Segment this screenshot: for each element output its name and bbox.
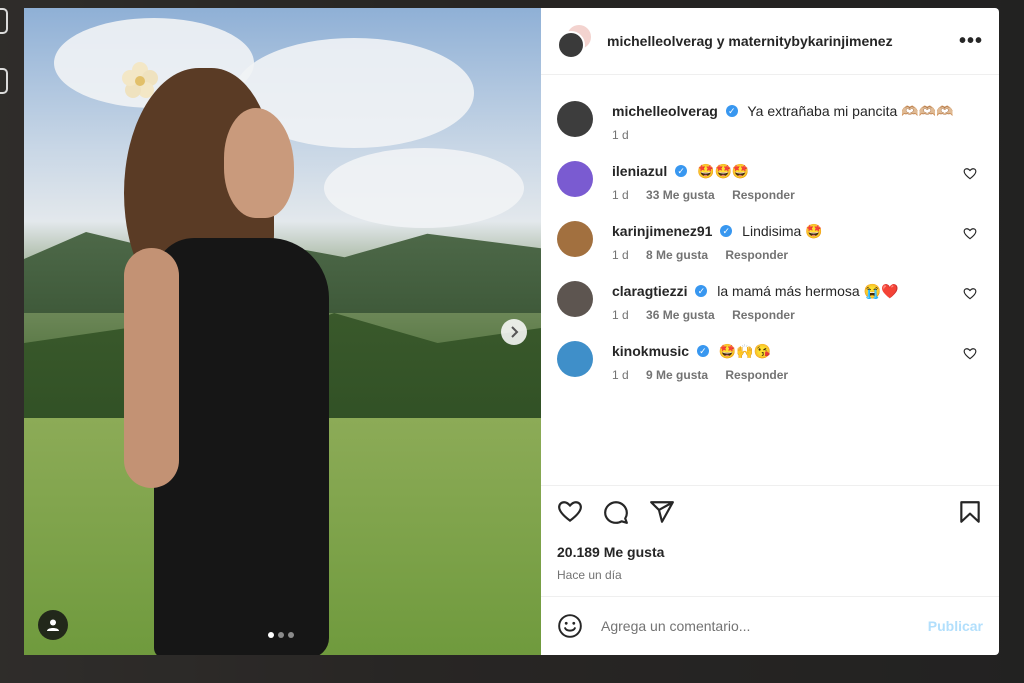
avatar[interactable] (557, 161, 593, 197)
next-photo-button[interactable] (501, 319, 527, 345)
caption-time[interactable]: 1 d (612, 128, 629, 142)
carousel-dot (268, 632, 274, 638)
comment-text: Lindisima 🤩 (742, 223, 823, 239)
carousel-indicator (268, 632, 294, 638)
post-actions: 20.189 Me gusta Hace un día (541, 485, 999, 602)
background-nav-icon (0, 8, 8, 34)
comment-row: claragtiezzi ✓ la mamá más hermosa 😭❤️ 1… (557, 281, 983, 322)
reply-button[interactable]: Responder (732, 308, 795, 322)
comment-like-heart-icon[interactable] (963, 227, 977, 241)
comment-like-heart-icon[interactable] (963, 347, 977, 361)
comment-likes[interactable]: 33 Me gusta (646, 188, 715, 202)
post-time[interactable]: Hace un día (557, 568, 983, 582)
comment-likes[interactable]: 9 Me gusta (646, 368, 708, 382)
comment-row: ileniazul ✓ 🤩🤩🤩 1 d 33 Me gusta Responde… (557, 161, 983, 202)
comment-composer: Publicar (541, 596, 999, 655)
verified-badge-icon: ✓ (725, 105, 738, 118)
flower-hair-clip (122, 62, 158, 98)
caption-username[interactable]: michelleolverag (612, 103, 718, 119)
comment-username[interactable]: karinjimenez91 (612, 223, 712, 239)
publish-button[interactable]: Publicar (928, 618, 983, 634)
verified-badge-icon: ✓ (695, 285, 708, 298)
post-modal: michelleolverag y maternitybykarinjimene… (24, 8, 999, 655)
carousel-dot (288, 632, 294, 638)
avatar[interactable] (557, 281, 593, 317)
comment-time[interactable]: 1 d (612, 308, 629, 322)
comment-text: 🤩🤩🤩 (697, 163, 750, 179)
caption-text: Ya extrañaba mi pancita 🫶🏼🫶🏼🫶🏼 (747, 103, 954, 119)
comment-text: la mamá más hermosa 😭❤️ (717, 283, 899, 299)
avatar (557, 31, 585, 59)
user-icon (47, 619, 59, 631)
comment-text: 🤩🙌😘 (718, 343, 772, 359)
comment-row: karinjimenez91 ✓ Lindisima 🤩 1 d 8 Me gu… (557, 221, 983, 262)
chevron-right-icon (511, 326, 519, 338)
background-nav-icon (0, 68, 8, 94)
comment-icon[interactable] (603, 499, 629, 525)
caption: michelleolverag ✓ Ya extrañaba mi pancit… (557, 101, 983, 142)
comment-likes[interactable]: 36 Me gusta (646, 308, 715, 322)
verified-badge-icon: ✓ (696, 345, 709, 358)
comment-username[interactable]: claragtiezzi (612, 283, 687, 299)
reply-button[interactable]: Responder (725, 368, 788, 382)
verified-badge-icon: ✓ (675, 165, 688, 178)
comment-like-heart-icon[interactable] (963, 287, 977, 301)
tagged-users-button[interactable] (38, 610, 68, 640)
post-photo[interactable] (24, 8, 541, 655)
comment-time[interactable]: 1 d (612, 248, 629, 262)
comment-username[interactable]: kinokmusic (612, 343, 689, 359)
likes-count[interactable]: 20.189 Me gusta (557, 544, 983, 560)
reply-button[interactable]: Responder (732, 188, 795, 202)
comment-time[interactable]: 1 d (612, 368, 629, 382)
comment-input[interactable] (599, 617, 928, 635)
share-icon[interactable] (649, 499, 675, 525)
comment-likes[interactable]: 8 Me gusta (646, 248, 708, 262)
collab-avatars[interactable] (557, 23, 593, 59)
comment-like-heart-icon[interactable] (963, 167, 977, 181)
comment-username[interactable]: ileniazul (612, 163, 667, 179)
comment-row: kinokmusic ✓ 🤩🙌😘 1 d 9 Me gusta Responde… (557, 341, 983, 382)
emoji-icon[interactable] (557, 613, 583, 639)
carousel-dot (278, 632, 284, 638)
save-bookmark-icon[interactable] (957, 499, 983, 525)
post-authors[interactable]: michelleolverag y maternitybykarinjimene… (607, 33, 959, 49)
post-header: michelleolverag y maternitybykarinjimene… (541, 8, 999, 75)
more-options-icon[interactable]: ••• (959, 30, 983, 53)
post-details-panel: michelleolverag y maternitybykarinjimene… (541, 8, 999, 655)
avatar[interactable] (557, 221, 593, 257)
like-heart-icon[interactable] (557, 499, 583, 525)
avatar[interactable] (557, 341, 593, 377)
reply-button[interactable]: Responder (725, 248, 788, 262)
person-figure (94, 58, 354, 655)
verified-badge-icon: ✓ (720, 225, 733, 238)
comment-time[interactable]: 1 d (612, 188, 629, 202)
avatar[interactable] (557, 101, 593, 137)
comments-list[interactable]: michelleolverag ✓ Ya extrañaba mi pancit… (541, 75, 999, 485)
